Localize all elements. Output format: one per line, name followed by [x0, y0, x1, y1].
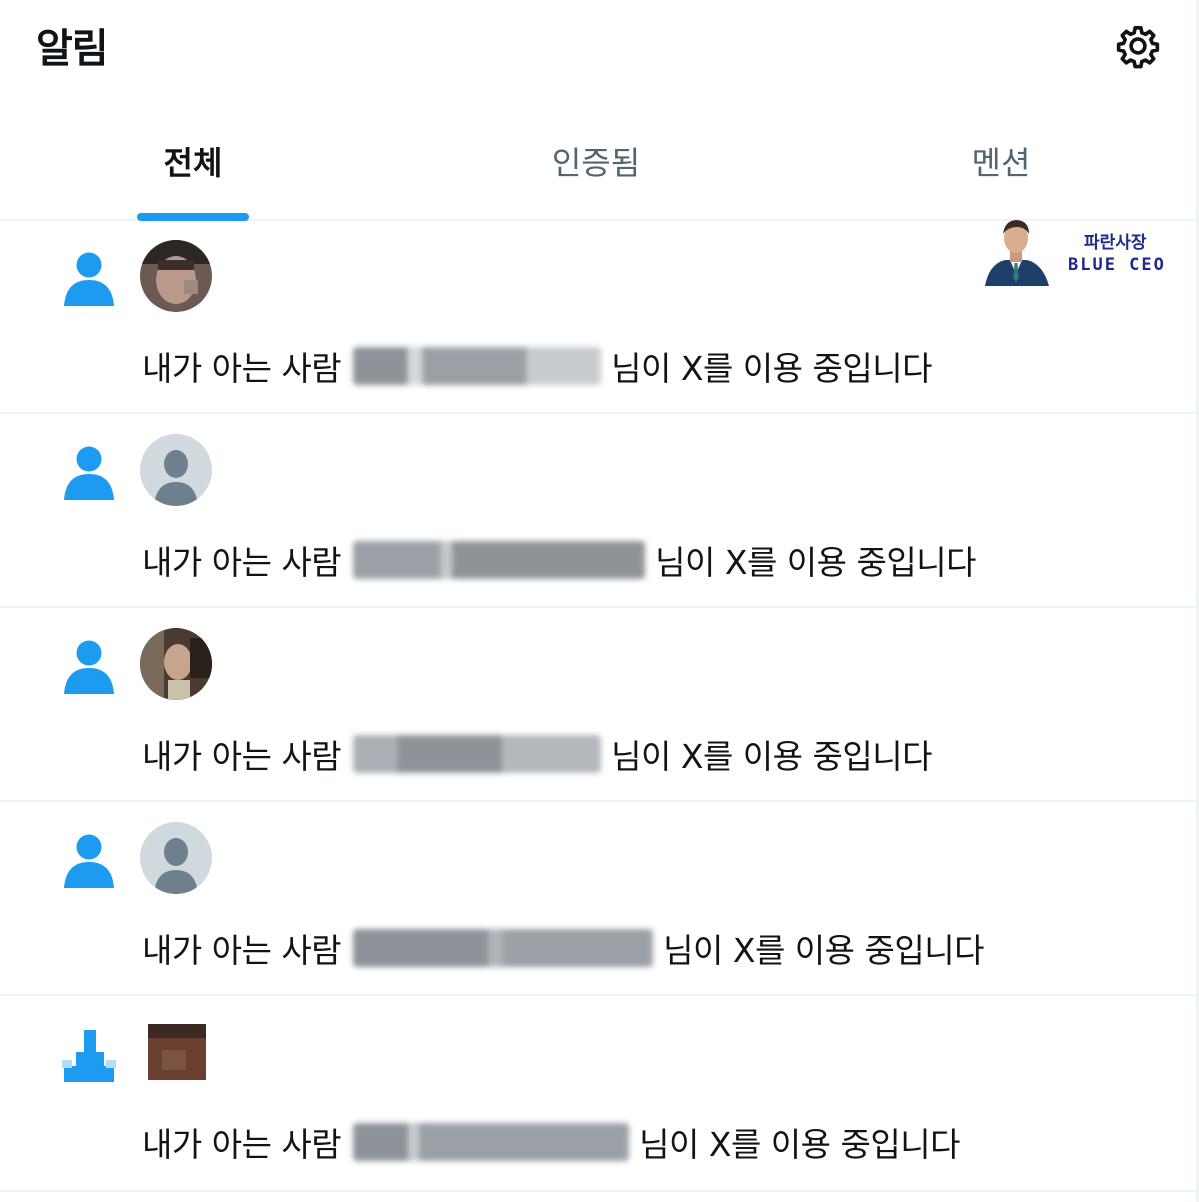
person-icon: [62, 636, 116, 696]
redacted-username[interactable]: [353, 541, 646, 579]
avatar[interactable]: [140, 628, 212, 700]
tab-mentions[interactable]: 멘션: [806, 100, 1196, 219]
notification-suffix: 님이 X를 이용 중입니다: [655, 543, 976, 582]
notification-item[interactable]: 내가 아는 사람 님이 X를 이용 중입니다: [0, 414, 1196, 608]
notification-item[interactable]: 내가 아는 사람 님이 X를 이용 중입니다: [0, 220, 1196, 414]
default-avatar[interactable]: [140, 434, 212, 506]
page-title: 알림: [36, 26, 109, 72]
person-icon: [62, 248, 116, 308]
notification-suffix: 님이 X를 이용 중입니다: [639, 1125, 960, 1164]
person-icon: [62, 442, 116, 502]
notification-prefix: 내가 아는 사람: [142, 1125, 342, 1164]
notification-prefix: 내가 아는 사람: [142, 931, 342, 970]
tab-all[interactable]: 전체: [0, 100, 386, 221]
tab-mentions-label: 멘션: [971, 144, 1031, 182]
notification-text: 내가 아는 사람 님이 X를 이용 중입니다: [142, 342, 932, 390]
notification-text: 내가 아는 사람 님이 X를 이용 중입니다: [142, 1118, 960, 1166]
notification-suffix: 님이 X를 이용 중입니다: [663, 931, 984, 970]
gear-icon[interactable]: [1115, 23, 1161, 69]
notification-item[interactable]: 내가 아는 사람 님이 X를 이용 중입니다: [0, 802, 1196, 996]
notification-item[interactable]: 내가 아는 사람 님이 X를 이용 중입니다: [0, 996, 1196, 1192]
notification-suffix: 님이 X를 이용 중입니다: [611, 737, 932, 776]
notification-text: 내가 아는 사람 님이 X를 이용 중입니다: [142, 730, 932, 778]
notification-prefix: 내가 아는 사람: [142, 737, 342, 776]
notification-suffix: 님이 X를 이용 중입니다: [611, 349, 932, 388]
tab-verified[interactable]: 인증됨: [396, 100, 796, 219]
person-icon: [62, 1024, 116, 1084]
redacted-username[interactable]: [353, 1123, 630, 1161]
notification-prefix: 내가 아는 사람: [142, 349, 342, 388]
avatar[interactable]: [140, 240, 212, 312]
tab-all-label: 전체: [163, 144, 223, 182]
notification-prefix: 내가 아는 사람: [142, 543, 342, 582]
redacted-username[interactable]: [353, 347, 602, 385]
redacted-username[interactable]: [353, 735, 602, 773]
notification-item[interactable]: 내가 아는 사람 님이 X를 이용 중입니다: [0, 608, 1196, 802]
notifications-header: 알림: [0, 0, 1196, 100]
notification-text: 내가 아는 사람 님이 X를 이용 중입니다: [142, 924, 984, 972]
default-avatar[interactable]: [140, 822, 212, 894]
tab-verified-label: 인증됨: [551, 144, 641, 182]
avatar[interactable]: [140, 1016, 212, 1088]
notification-tabs: 전체 인증됨 멘션: [0, 100, 1196, 221]
person-icon: [62, 830, 116, 890]
notification-text: 내가 아는 사람 님이 X를 이용 중입니다: [142, 536, 976, 584]
redacted-username[interactable]: [353, 929, 654, 967]
